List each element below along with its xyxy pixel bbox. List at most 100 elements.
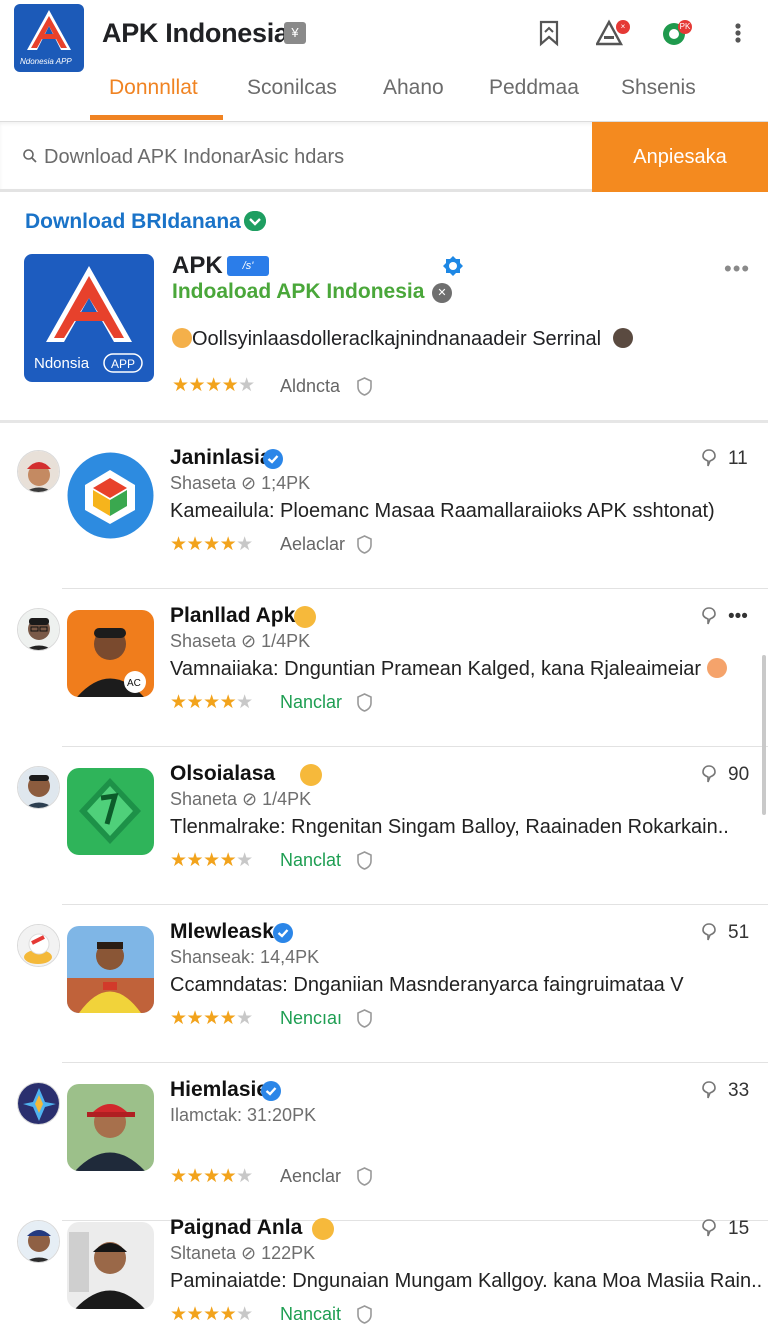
app-title: APK Indonesia [102,18,289,48]
divider [62,746,768,747]
shield-icon [356,1167,373,1186]
svg-text:AC: AC [127,678,141,689]
item-count[interactable]: 15 [700,1218,749,1240]
avatar[interactable] [17,450,60,493]
item-description-text: Vamnaiiaka: Dnguntian Pramean Kalged, ka… [170,658,702,680]
verified-icon [260,1080,282,1102]
app-thumbnail[interactable] [67,926,154,1013]
app-logo[interactable]: Ndonesia APP [14,4,84,72]
item-count[interactable]: 90 [700,764,749,786]
item-description: Ccamndatas: Dnganiian Masnderanyarca fai… [170,974,684,997]
tab-download[interactable]: Donnnllat [109,76,198,100]
rating-stars: ★★★★★ [170,1166,253,1187]
search-button[interactable]: Anpiesaka [592,122,768,192]
shield-icon [356,535,373,554]
shield-icon [356,693,373,712]
verified-icon [272,922,294,944]
title-badge: ¥ [284,22,306,44]
app-thumbnail[interactable]: AC [67,610,154,697]
item-description-text: Kameailula: Ploemanc Masaa Raamallaraiio… [170,500,715,522]
emoji-icon [312,1218,334,1240]
featured-more-button[interactable]: ••• [724,256,750,282]
app-thumbnail[interactable] [67,1222,154,1309]
pin-icon [700,1081,718,1099]
featured-logo-tag: APP [111,357,135,371]
item-title[interactable]: Janinlasia [170,446,272,470]
item-title[interactable]: Paignad Anla [170,1216,302,1240]
item-description: Kameailula: Ploemanc Masaa Raamallaraiio… [170,500,715,523]
section-title[interactable]: Download BRIdanana [25,210,241,234]
pin-icon [700,449,718,467]
info-icon[interactable]: ✕ [432,283,452,303]
featured-app-description: Oollsyinlaasdolleraclkajnindnanaadeir Se… [172,328,633,351]
rating-stars: ★★★★★ [170,850,253,871]
svg-text:Ndonesia APP: Ndonesia APP [20,57,72,66]
avatar[interactable] [17,766,60,809]
item-count[interactable]: 11 [700,448,748,470]
divider [0,420,768,423]
shield-icon [357,377,372,396]
item-meta: Shaneta ⊘ 1/4PK [170,789,312,809]
item-description: Paminaiatde: Dngunaian Mungam Kallgoy. k… [170,1270,762,1293]
item-count-value: ••• [728,606,748,627]
rating-stars: ★★★★★ [170,534,253,555]
item-meta: Sltaneta ⊘ 122PK [170,1243,316,1263]
item-title[interactable]: Mlewleask [170,920,274,944]
featured-status: Aldncta [280,376,341,396]
item-title[interactable]: Hiemlasie [170,1078,268,1102]
divider [62,588,768,589]
pin-icon [700,1219,718,1237]
item-status: Aenclar [280,1166,342,1186]
list-item[interactable]: Mlewleask Shanseak: 14,4PK Ccamndatas: Dng… [0,920,768,1082]
item-status: Nanclat [280,850,342,870]
item-meta: Shaseta ⊘ 1/4PK [170,631,311,651]
list-item[interactable]: Hiemlasie Ilamctak: 31:20PK ★★★★★ Aenclar 33 [0,1078,768,1240]
more-vert-icon[interactable] [728,18,748,48]
scrollbar[interactable] [762,655,766,815]
item-count[interactable]: 51 [700,922,749,944]
tab-sconilcas[interactable]: Sconilcas [247,76,337,100]
item-title[interactable]: Planllad Apk [170,604,295,628]
app-thumbnail[interactable] [67,768,154,855]
tab-shsenis[interactable]: Shsenis [621,76,696,100]
item-status: Nancait [280,1304,342,1324]
bookmark-icon[interactable] [534,18,564,48]
search-bar: Download APK IndonarAsic hdars Anpiesaka [0,122,768,192]
list-item[interactable]: Paignad Anla Sltaneta ⊘ 122PK Paminaiatde:… [0,1216,768,1344]
item-title[interactable]: Olsoialasa [170,762,275,786]
list-item[interactable]: Olsoialasa Shaneta ⊘ 1/4PK Tlenmalrake: Rn… [0,762,768,924]
emoji-icon [707,658,728,678]
avatar[interactable] [17,1082,60,1125]
divider [62,904,768,905]
app-thumbnail[interactable] [67,452,154,539]
tab-ahano[interactable]: Ahano [383,76,444,100]
emoji-icon [172,328,192,348]
item-description-text: Paminaiatde: Dngunaian Mungam Kallgoy. k… [170,1270,763,1292]
item-meta: Shaseta ⊘ 1;4PK [170,473,311,493]
avatar[interactable] [17,608,60,651]
profile-badge: PK [678,20,692,34]
item-meta: Shanseak: 14,4PK [170,947,320,967]
app-thumbnail[interactable] [67,1084,154,1171]
emoji-icon [300,764,322,786]
item-count-value: 51 [728,922,750,943]
item-meta: Ilamctak: 31:20PK [170,1105,317,1125]
item-count[interactable]: 33 [700,1080,749,1102]
list-item[interactable]: AC Planllad Apk Shaseta ⊘ 1/4PK Vamnaiiaka:… [0,604,768,766]
list-item[interactable]: Janinlasia Shaseta ⊘ 1;4PK Kameailula: Plo… [0,446,768,608]
avatar[interactable] [17,1220,60,1263]
featured-app-logo[interactable]: Ndonsia APP [24,254,154,382]
item-description-text: Tlenmalrake: Rngenitan Singam Balloy, Ra… [170,816,729,838]
notification-badge: × [616,20,630,34]
active-tab-indicator [90,115,223,120]
rating-stars: ★★★★★ [170,1008,253,1029]
item-count[interactable]: ••• [700,606,748,628]
featured-app-name[interactable]: APK [172,252,223,280]
emoji-icon [294,606,316,628]
search-input[interactable]: Download APK IndonarAsic hdars [44,146,344,169]
featured-app-subtitle[interactable]: Indoaload APK Indonesia [172,280,424,304]
avatar[interactable] [17,924,60,967]
emoji-icon [612,328,633,348]
tab-peddmaa[interactable]: Peddmaa [489,76,579,100]
pin-icon [700,923,718,941]
